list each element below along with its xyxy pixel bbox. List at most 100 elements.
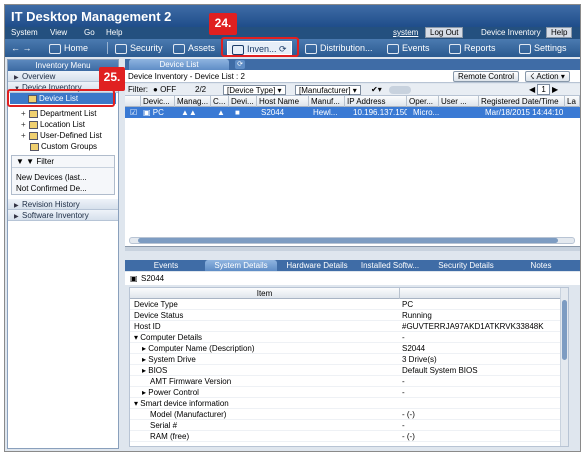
settings-icon bbox=[519, 43, 531, 54]
nav-assets[interactable]: Assets bbox=[169, 41, 219, 55]
table-row[interactable]: ▸ BIOS Default System BIOS bbox=[130, 365, 568, 376]
row-key: ▸ Power Control bbox=[142, 388, 199, 397]
table-row[interactable]: ▾ Smart device information bbox=[130, 398, 568, 409]
sidebar-item-location-list[interactable]: Location List bbox=[8, 119, 118, 130]
cell-ip-address: 10.196.137.150 bbox=[353, 108, 407, 117]
col-host-name[interactable]: Host Name bbox=[257, 96, 309, 107]
current-user[interactable]: system bbox=[393, 28, 418, 37]
highlight-inventory bbox=[221, 37, 299, 57]
col-os[interactable]: Oper... bbox=[407, 96, 439, 107]
folder-icon bbox=[30, 142, 39, 151]
tab-notes[interactable]: Notes bbox=[521, 260, 561, 271]
row-key: RAM (free) bbox=[150, 432, 190, 441]
help-button[interactable]: Help bbox=[546, 27, 573, 38]
table-row[interactable]: ▸ System Drive 3 Drive(s) bbox=[130, 354, 568, 365]
nav-assets-label: Assets bbox=[188, 43, 216, 53]
tab-installed-software[interactable]: Installed Softw... bbox=[357, 260, 423, 271]
table-row[interactable]: RAM (free) - (-) bbox=[130, 431, 568, 442]
row-value: S2044 bbox=[402, 344, 426, 353]
forward-arrow-icon[interactable]: → bbox=[23, 43, 32, 53]
back-forward-buttons[interactable]: ← → bbox=[7, 41, 36, 55]
col-item[interactable]: Item bbox=[130, 288, 400, 299]
page-navigator[interactable]: ◀ 1 ▶ bbox=[529, 84, 558, 95]
action-button[interactable]: ☇ Action ▾ bbox=[525, 71, 570, 82]
nav-settings[interactable]: Settings bbox=[515, 41, 571, 55]
manufacturer-dropdown[interactable]: [Manufacturer] ▾ bbox=[295, 85, 361, 95]
nav-security[interactable]: Security bbox=[111, 41, 167, 55]
table-row[interactable]: ▾ Computer Details - bbox=[130, 332, 568, 343]
col-registered[interactable]: Registered Date/Time bbox=[479, 96, 565, 107]
table-row[interactable]: ▸ Computer Name (Description) S2044 bbox=[130, 343, 568, 354]
tab-device-list[interactable]: Device List bbox=[129, 59, 229, 70]
security-icon bbox=[115, 43, 127, 54]
pane-splitter[interactable] bbox=[125, 247, 580, 251]
inventory-menu-panel: Inventory Menu ▶ Overview ▼ Device Invento… bbox=[7, 59, 119, 449]
nav-settings-label: Settings bbox=[534, 43, 567, 53]
cell-device: ▣ PC bbox=[141, 107, 175, 118]
table-row[interactable]: ▸ Power Control - bbox=[130, 387, 568, 398]
sidebar-revision-history[interactable]: ▶ Revision History bbox=[8, 199, 118, 210]
remote-control-button[interactable]: Remote Control bbox=[453, 71, 520, 82]
scroll-thumb[interactable] bbox=[138, 238, 558, 243]
col-devi[interactable]: Devi... bbox=[229, 96, 257, 107]
col-last[interactable]: La bbox=[565, 96, 580, 107]
table-row[interactable]: AMT Firmware Version - bbox=[130, 376, 568, 387]
horizontal-scrollbar[interactable] bbox=[129, 237, 575, 244]
apply-filter-icon[interactable]: ✔▾ bbox=[371, 85, 382, 95]
nav-separator bbox=[107, 42, 108, 54]
nav-reports[interactable]: Reports bbox=[445, 41, 500, 55]
table-row[interactable]: ☑ ▣ PC ▲▲ ▲ ■ S2044 Hewl... 10.196.137.1… bbox=[125, 107, 580, 118]
table-row[interactable]: Device Status Running bbox=[130, 310, 568, 321]
col-device[interactable]: Devic... bbox=[141, 96, 175, 107]
table-row[interactable]: Host ID #GUVTERRJA97AKD1ATKRVK33848K bbox=[130, 321, 568, 332]
back-arrow-icon[interactable]: ← bbox=[11, 43, 20, 53]
manufacturer-dropdown-value: [Manufacturer] bbox=[299, 86, 351, 95]
logout-button[interactable]: Log Out bbox=[425, 27, 464, 38]
menu-go[interactable]: Go bbox=[84, 28, 95, 37]
col-expand[interactable] bbox=[125, 96, 141, 107]
tab-security-details[interactable]: Security Details bbox=[429, 260, 503, 271]
nav-home[interactable]: Home bbox=[45, 41, 92, 55]
table-row[interactable]: Serial # - bbox=[130, 420, 568, 431]
main-panel: Device List ⟳ Device Inventory - Device … bbox=[125, 59, 580, 449]
row-value: #GUVTERRJA97AKD1ATKRVK33848K bbox=[402, 322, 544, 331]
scroll-thumb[interactable] bbox=[562, 300, 567, 360]
cell-registered: Mar/18/2015 14:44:10 bbox=[485, 108, 564, 117]
filter-item-new-devices[interactable]: New Devices (last... bbox=[12, 172, 114, 183]
sidebar-item-location-list-label: Location List bbox=[40, 120, 85, 129]
nav-events[interactable]: Events bbox=[383, 41, 434, 55]
page-number[interactable]: 1 bbox=[537, 84, 550, 95]
tab-system-details[interactable]: System Details bbox=[205, 260, 277, 271]
filter-item-not-confirmed[interactable]: Not Confirmed De... bbox=[12, 183, 114, 194]
refresh-tab-icon[interactable]: ⟳ bbox=[235, 60, 245, 69]
menu-view[interactable]: View bbox=[50, 28, 67, 37]
menu-system[interactable]: System bbox=[11, 28, 38, 37]
col-managed[interactable]: Manag... bbox=[175, 96, 211, 107]
table-row[interactable]: Device Type PC bbox=[130, 299, 568, 310]
home-icon bbox=[49, 43, 61, 54]
nav-distribution[interactable]: Distribution... bbox=[301, 41, 377, 55]
col-c[interactable]: C... bbox=[211, 96, 229, 107]
col-manufacturer[interactable]: Manuf... bbox=[309, 96, 345, 107]
sidebar-item-department-list[interactable]: Department List bbox=[8, 108, 118, 119]
col-user[interactable]: User ... bbox=[439, 96, 479, 107]
table-row[interactable]: Model (Manufacturer) - (-) bbox=[130, 409, 568, 420]
row-value: - bbox=[402, 333, 405, 342]
sidebar-item-custom-groups[interactable]: Custom Groups bbox=[8, 141, 118, 152]
clear-filter-icon[interactable] bbox=[389, 86, 411, 94]
device-type-dropdown[interactable]: [Device Type] ▾ bbox=[223, 85, 286, 95]
tab-events[interactable]: Events bbox=[145, 260, 187, 271]
tab-hardware-details[interactable]: Hardware Details bbox=[281, 260, 353, 271]
nav-reports-label: Reports bbox=[464, 43, 496, 53]
cell-host-name: S2044 bbox=[261, 108, 285, 117]
sidebar-item-custom-groups-label: Custom Groups bbox=[41, 142, 98, 151]
row-checkbox[interactable]: ☑ bbox=[128, 107, 140, 118]
row-key: Model (Manufacturer) bbox=[150, 410, 227, 419]
sidebar-software-inventory[interactable]: ▶ Software Inventory bbox=[8, 210, 118, 221]
filter-toggle[interactable]: ● OFF bbox=[153, 85, 176, 95]
sidebar-item-user-defined-list[interactable]: User-Defined List bbox=[8, 130, 118, 141]
col-ip-address[interactable]: IP Address bbox=[345, 96, 407, 107]
menu-help[interactable]: Help bbox=[106, 28, 122, 37]
vertical-scrollbar[interactable] bbox=[560, 288, 568, 446]
filter-header[interactable]: ▼ ▼ Filter bbox=[12, 156, 114, 168]
